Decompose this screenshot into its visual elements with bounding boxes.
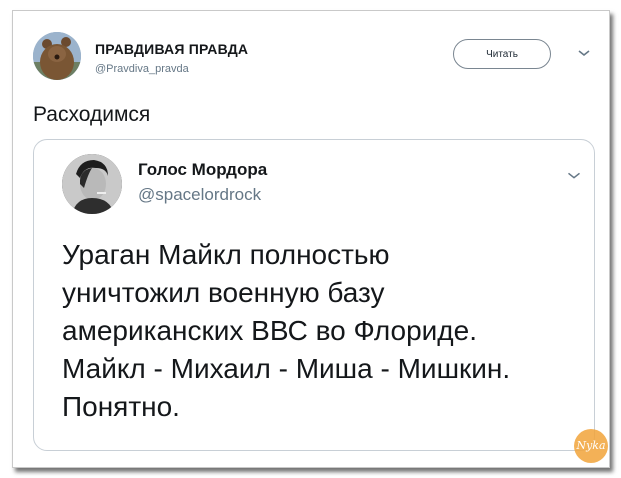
quoted-text-line: Майкл - Михаил - Миша - Мишкин. [62, 353, 511, 384]
author-avatar[interactable] [33, 32, 81, 80]
quoted-text-line: Ураган Майкл полностью [62, 239, 390, 270]
quoted-author-handle[interactable]: @spacelordrock [138, 185, 261, 205]
chevron-down-icon[interactable] [566, 170, 582, 181]
author-name[interactable]: ПРАВДИВАЯ ПРАВДА [95, 41, 248, 57]
watermark-logo: Nyka [574, 429, 608, 463]
follow-button[interactable]: Читать [453, 39, 551, 69]
quoted-author-name[interactable]: Голос Мордора [138, 160, 267, 180]
quoted-tweet-text: Ураган Майкл полностью уничтожил военную… [62, 236, 582, 426]
man-portrait-avatar-image [62, 154, 122, 214]
chevron-down-icon[interactable] [577, 48, 591, 58]
author-handle[interactable]: @Pravdiva_pravda [95, 63, 189, 75]
quoted-text-line: уничтожил военную базу [62, 277, 385, 308]
quoted-text-line: Понятно. [62, 391, 180, 422]
quoted-text-line: американских ВВС во Флориде. [62, 315, 477, 346]
quoted-tweet-card[interactable]: Голос Мордора @spacelordrock Ураган Майк… [33, 139, 595, 451]
bear-avatar-image [33, 32, 81, 80]
quoted-author-avatar[interactable] [62, 154, 122, 214]
tweet-screenshot-frame: ПРАВДИВАЯ ПРАВДА @Pravdiva_pravda Читать… [12, 10, 610, 468]
tweet-text: Расходимся [33, 103, 151, 126]
